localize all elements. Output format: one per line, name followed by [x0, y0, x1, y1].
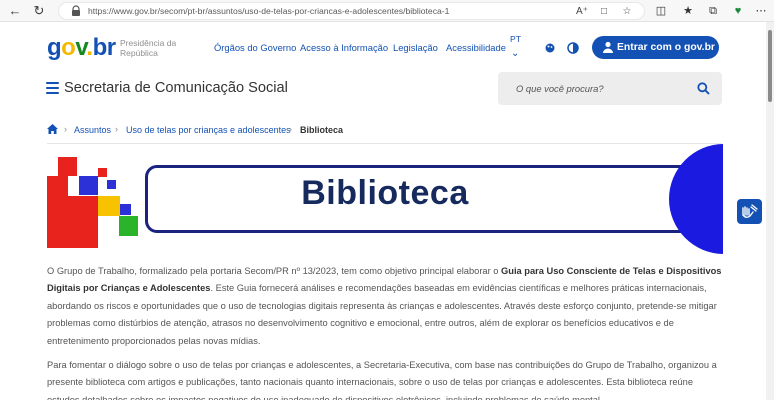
- breadcrumb-separator-icon: ›: [64, 124, 67, 134]
- split-screen-icon[interactable]: ◫: [653, 3, 669, 19]
- presidencia-line2: República: [120, 48, 158, 58]
- site-title[interactable]: Secretaria de Comunicação Social: [64, 80, 288, 96]
- intro-text-a: O Grupo de Trabalho, formalizado pela po…: [47, 266, 502, 276]
- contrast-palette-icon[interactable]: [543, 41, 557, 55]
- mosaic-square: [98, 196, 120, 216]
- presidencia-line1: Presidência da: [120, 38, 177, 48]
- nav-orgaos[interactable]: Órgãos do Governo: [214, 42, 296, 53]
- logo-letter-g: g: [47, 34, 62, 61]
- library-paragraph: Para fomentar o diálogo sobre o uso de t…: [47, 360, 717, 400]
- mosaic-square: [47, 196, 98, 248]
- banner-title: Biblioteca: [301, 174, 469, 212]
- search-icon[interactable]: [697, 82, 710, 95]
- intro-paragraph: O Grupo de Trabalho, formalizado pela po…: [47, 263, 723, 350]
- search-input[interactable]: O que você procura?: [498, 72, 722, 105]
- logo-br: br: [92, 34, 117, 61]
- user-icon: [603, 41, 613, 53]
- sign-language-hands-icon: [742, 204, 758, 218]
- url-text[interactable]: https://www.gov.br/secom/pt-br/assuntos/…: [88, 6, 449, 16]
- login-button-label: Entrar com o gov.br: [617, 42, 715, 53]
- breadcrumb-assuntos[interactable]: Assuntos: [74, 125, 111, 135]
- favorites-icon[interactable]: ★: [680, 3, 696, 19]
- scrollbar-thumb[interactable]: [768, 30, 772, 102]
- favorite-star-icon[interactable]: ☆: [619, 4, 635, 20]
- hamburger-menu-icon[interactable]: [46, 82, 59, 94]
- login-govbr-button[interactable]: Entrar com o gov.br: [592, 36, 719, 59]
- site-info-icon[interactable]: [70, 5, 82, 17]
- home-icon[interactable]: [47, 124, 58, 134]
- collections-icon[interactable]: ⧉: [705, 3, 721, 19]
- search-placeholder: O que você procura?: [516, 83, 604, 94]
- mosaic-square: [98, 168, 107, 177]
- mosaic-square: [120, 204, 131, 215]
- page-banner: Biblioteca: [47, 144, 723, 254]
- logo-letter-o: o: [61, 34, 76, 61]
- chevron-down-icon[interactable]: ⌄: [511, 48, 519, 59]
- breadcrumb-separator-icon: ›: [289, 124, 292, 134]
- browser-essentials-icon[interactable]: ♥: [730, 3, 746, 19]
- breadcrumb-current: Biblioteca: [300, 125, 344, 135]
- logo-letter-v: v: [75, 34, 87, 61]
- high-contrast-icon[interactable]: [566, 41, 580, 55]
- address-bar[interactable]: https://www.gov.br/secom/pt-br/assuntos/…: [58, 2, 645, 20]
- browser-toolbar: ← ↻ https://www.gov.br/secom/pt-br/assun…: [0, 0, 774, 22]
- breadcrumb-uso-de-telas[interactable]: Uso de telas por crianças e adolescentes: [126, 125, 291, 135]
- nav-acessibilidade[interactable]: Acessibilidade: [446, 42, 506, 53]
- presidencia-label: Presidência da República: [120, 38, 190, 58]
- more-menu-icon[interactable]: ⋯: [753, 3, 769, 19]
- vlibras-accessibility-button[interactable]: [737, 199, 762, 224]
- breadcrumb-separator-icon: ›: [115, 124, 118, 134]
- banner-circle-decoration: [669, 144, 723, 254]
- zoom-icon[interactable]: □: [596, 4, 612, 20]
- reload-icon[interactable]: ↻: [30, 2, 48, 20]
- read-aloud-icon[interactable]: A⁺: [574, 4, 590, 20]
- back-icon[interactable]: ←: [6, 2, 24, 20]
- mosaic-square: [119, 216, 138, 236]
- nav-legislacao[interactable]: Legislação: [393, 42, 438, 53]
- govbr-logo[interactable]: gov.br: [47, 34, 116, 62]
- nav-acesso-informacao[interactable]: Acesso à Informação: [300, 42, 388, 53]
- mosaic-square: [58, 157, 77, 176]
- mosaic-square: [79, 176, 98, 195]
- language-selector[interactable]: PT: [510, 34, 521, 44]
- mosaic-square: [47, 176, 68, 196]
- mosaic-square: [107, 180, 116, 189]
